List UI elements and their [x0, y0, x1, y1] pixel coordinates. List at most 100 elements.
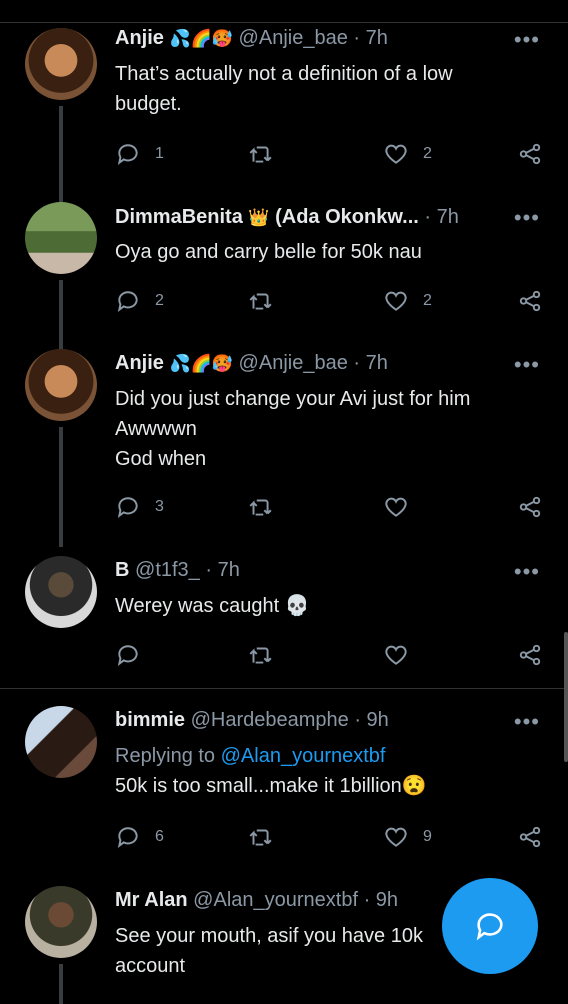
- share-button[interactable]: [517, 642, 543, 668]
- retweet-button[interactable]: [247, 141, 273, 167]
- share-icon: [519, 290, 541, 312]
- reply-button[interactable]: 2: [115, 288, 164, 314]
- avatar[interactable]: [25, 556, 97, 628]
- tweet-text: Replying to @Alan_yournextbf 50k is too …: [115, 741, 528, 801]
- share-icon: [519, 644, 541, 666]
- share-icon: [519, 496, 541, 518]
- tweet-text: Oya go and carry belle for 50k nau: [115, 237, 528, 267]
- retweet-button[interactable]: [247, 642, 273, 668]
- conversation-divider: [0, 688, 568, 689]
- display-name[interactable]: Mr Alan: [115, 889, 188, 911]
- display-name[interactable]: B: [115, 559, 129, 581]
- share-button[interactable]: [517, 824, 543, 850]
- tweet-actions: 6 9: [115, 824, 545, 852]
- reply-button[interactable]: [115, 642, 141, 668]
- timestamp[interactable]: · 9h: [354, 709, 388, 731]
- retweet-icon: [249, 146, 272, 163]
- handle[interactable]: @Anjie_bae: [239, 352, 348, 374]
- timestamp[interactable]: · 7h: [205, 559, 239, 581]
- compose-reply-button[interactable]: [442, 878, 538, 974]
- like-count: 2: [423, 292, 432, 309]
- more-icon[interactable]: •••: [514, 710, 540, 734]
- heart-icon: [385, 291, 407, 311]
- tweet-header: DimmaBenita 👑 (Ada Okonkw... · 7h: [115, 203, 459, 232]
- like-button[interactable]: 2: [383, 141, 432, 167]
- name-emoji: 💦🌈🥵: [169, 29, 233, 48]
- heart-icon: [385, 144, 407, 164]
- scrollbar[interactable]: [564, 632, 568, 762]
- avatar[interactable]: [25, 349, 97, 421]
- replying-to-handle[interactable]: @Alan_yournextbf: [221, 745, 386, 767]
- share-icon: [519, 143, 541, 165]
- name-emoji: 👑: [248, 208, 270, 227]
- tweet-header: Anjie 💦🌈🥵 @Anjie_bae · 7h: [115, 349, 388, 378]
- display-name[interactable]: DimmaBenita: [115, 206, 243, 228]
- retweet-icon: [249, 647, 272, 664]
- thread-line: [59, 280, 63, 350]
- more-icon[interactable]: •••: [514, 353, 540, 377]
- reply-icon: [117, 645, 138, 666]
- share-button[interactable]: [517, 141, 543, 167]
- reply-icon: [117, 144, 138, 165]
- retweet-button[interactable]: [247, 824, 273, 850]
- retweet-button[interactable]: [247, 494, 273, 520]
- tweet-text-line: Werey was caught 💀: [115, 595, 310, 617]
- avatar[interactable]: [25, 28, 97, 100]
- timestamp[interactable]: · 7h: [353, 352, 387, 374]
- like-count: 2: [423, 145, 432, 162]
- handle[interactable]: @Alan_yournextbf: [193, 889, 358, 911]
- timestamp[interactable]: · 9h: [364, 889, 398, 911]
- thread-line: [59, 964, 63, 1004]
- avatar[interactable]: [25, 202, 97, 274]
- tweet-actions: 1 2: [115, 141, 545, 169]
- tweet-header: Anjie 💦🌈🥵 @Anjie_bae · 7h: [115, 24, 388, 53]
- timestamp[interactable]: · 7h: [353, 27, 387, 49]
- like-button[interactable]: [383, 494, 409, 520]
- tweet-text-line: Awwwwn: [115, 418, 197, 440]
- reply-button[interactable]: 6: [115, 824, 164, 850]
- avatar[interactable]: [25, 706, 97, 778]
- reply-icon: [117, 497, 138, 518]
- tweet-text-line: God when: [115, 448, 207, 470]
- retweet-icon: [249, 293, 272, 310]
- reply-count: 3: [155, 498, 164, 515]
- reply-icon: [117, 291, 138, 312]
- more-icon[interactable]: •••: [514, 206, 540, 230]
- heart-icon: [385, 645, 407, 665]
- reply-button[interactable]: 1: [115, 141, 164, 167]
- handle[interactable]: @Hardebeamphe: [191, 709, 349, 731]
- handle[interactable]: @Anjie_bae: [239, 27, 348, 49]
- like-count: 9: [423, 828, 432, 845]
- share-button[interactable]: [517, 494, 543, 520]
- like-button[interactable]: 2: [383, 288, 432, 314]
- reply-button[interactable]: 3: [115, 494, 164, 520]
- heart-icon: [385, 827, 407, 847]
- timestamp[interactable]: · 7h: [424, 206, 458, 228]
- like-button[interactable]: 9: [383, 824, 432, 850]
- handle[interactable]: (Ada Okonkw...: [275, 206, 419, 228]
- display-name[interactable]: bimmie: [115, 709, 185, 731]
- reply-icon: [117, 827, 138, 848]
- like-button[interactable]: [383, 642, 409, 668]
- retweet-button[interactable]: [247, 288, 273, 314]
- display-name[interactable]: Anjie: [115, 27, 164, 49]
- tweet-text: Werey was caught 💀: [115, 591, 528, 621]
- share-icon: [519, 826, 541, 848]
- tweet-actions: 2 2: [115, 288, 545, 316]
- top-divider: [0, 22, 568, 23]
- display-name[interactable]: Anjie: [115, 352, 164, 374]
- reply-count: 2: [155, 292, 164, 309]
- tweet-text: That’s actually not a definition of a lo…: [115, 59, 528, 119]
- reply-count: 1: [155, 145, 164, 162]
- tweet-actions: [115, 642, 545, 670]
- more-icon[interactable]: •••: [514, 560, 540, 584]
- tweet-text-line: Oya go and carry belle for 50k nau: [115, 241, 422, 263]
- more-icon[interactable]: •••: [514, 28, 540, 52]
- tweet-header: bimmie @Hardebeamphe · 9h: [115, 706, 389, 734]
- tweet-header: Mr Alan @Alan_yournextbf · 9h: [115, 886, 398, 914]
- avatar[interactable]: [25, 886, 97, 958]
- handle[interactable]: @t1f3_: [135, 559, 200, 581]
- retweet-icon: [249, 829, 272, 846]
- share-button[interactable]: [517, 288, 543, 314]
- tweet-text-line: budget.: [115, 93, 182, 115]
